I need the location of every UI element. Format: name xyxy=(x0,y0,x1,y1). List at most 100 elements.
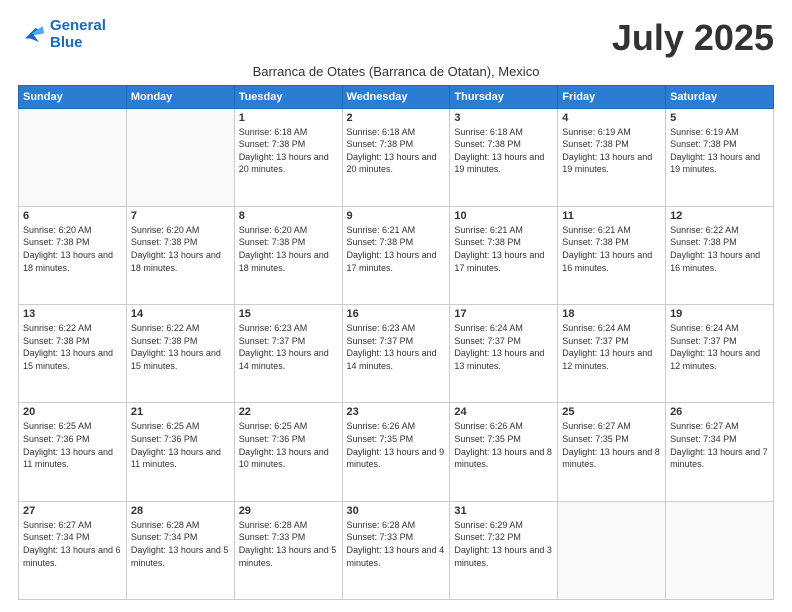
day-number: 14 xyxy=(131,308,230,320)
calendar-cell: 25 Sunrise: 6:27 AM Sunset: 7:35 PM Dayli… xyxy=(558,403,666,501)
day-info: Sunrise: 6:24 AM Sunset: 7:37 PM Dayligh… xyxy=(562,322,661,372)
day-number: 13 xyxy=(23,308,122,320)
logo: General Blue xyxy=(18,18,106,51)
calendar-cell: 1 Sunrise: 6:18 AM Sunset: 7:38 PM Daylig… xyxy=(234,108,342,206)
day-info: Sunrise: 6:27 AM Sunset: 7:35 PM Dayligh… xyxy=(562,420,661,470)
day-info: Sunrise: 6:23 AM Sunset: 7:37 PM Dayligh… xyxy=(239,322,338,372)
day-info: Sunrise: 6:18 AM Sunset: 7:38 PM Dayligh… xyxy=(239,126,338,176)
calendar-week-2: 6 Sunrise: 6:20 AM Sunset: 7:38 PM Daylig… xyxy=(19,206,774,304)
calendar-cell: 31 Sunrise: 6:29 AM Sunset: 7:32 PM Dayli… xyxy=(450,501,558,599)
day-info: Sunrise: 6:19 AM Sunset: 7:38 PM Dayligh… xyxy=(562,126,661,176)
calendar-cell: 6 Sunrise: 6:20 AM Sunset: 7:38 PM Daylig… xyxy=(19,206,127,304)
day-number: 7 xyxy=(131,210,230,222)
calendar-cell: 15Sunrise: 6:23 AM Sunset: 7:37 PM Dayli… xyxy=(234,305,342,403)
calendar-cell: 11 Sunrise: 6:21 AM Sunset: 7:38 PM Dayli… xyxy=(558,206,666,304)
col-tuesday: Tuesday xyxy=(234,85,342,108)
day-number: 28 xyxy=(131,505,230,517)
calendar-cell: 18 Sunrise: 6:24 AM Sunset: 7:37 PM Dayli… xyxy=(558,305,666,403)
day-info: Sunrise: 6:26 AM Sunset: 7:35 PM Dayligh… xyxy=(454,420,553,470)
day-info: Sunrise: 6:24 AM Sunset: 7:37 PM Dayligh… xyxy=(670,322,769,372)
day-info: Sunrise: 6:18 AM Sunset: 7:38 PM Dayligh… xyxy=(347,126,446,176)
day-info: Sunrise: 6:20 AM Sunset: 7:38 PM Dayligh… xyxy=(23,224,122,274)
day-number: 23 xyxy=(347,406,446,418)
day-number: 26 xyxy=(670,406,769,418)
day-number: 27 xyxy=(23,505,122,517)
day-info: Sunrise: 6:23 AM Sunset: 7:37 PM Dayligh… xyxy=(347,322,446,372)
day-info: Sunrise: 6:25 AM Sunset: 7:36 PM Dayligh… xyxy=(131,420,230,470)
calendar-cell: 29 Sunrise: 6:28 AM Sunset: 7:33 PM Dayli… xyxy=(234,501,342,599)
calendar-cell: 21 Sunrise: 6:25 AM Sunset: 7:36 PM Dayli… xyxy=(126,403,234,501)
day-number: 30 xyxy=(347,505,446,517)
day-info: Sunrise: 6:24 AM Sunset: 7:37 PM Dayligh… xyxy=(454,322,553,372)
calendar-cell: 20Sunrise: 6:25 AM Sunset: 7:36 PM Dayli… xyxy=(19,403,127,501)
day-info: Sunrise: 6:21 AM Sunset: 7:38 PM Dayligh… xyxy=(347,224,446,274)
day-info: Sunrise: 6:21 AM Sunset: 7:38 PM Dayligh… xyxy=(562,224,661,274)
title-block: July 2025 xyxy=(612,18,774,58)
calendar-week-5: 27 Sunrise: 6:27 AM Sunset: 7:34 PM Dayli… xyxy=(19,501,774,599)
col-friday: Friday xyxy=(558,85,666,108)
calendar-cell: 10Sunrise: 6:21 AM Sunset: 7:38 PM Dayli… xyxy=(450,206,558,304)
day-info: Sunrise: 6:27 AM Sunset: 7:34 PM Dayligh… xyxy=(23,519,122,569)
day-number: 5 xyxy=(670,112,769,124)
calendar-cell: 13Sunrise: 6:22 AM Sunset: 7:38 PM Dayli… xyxy=(19,305,127,403)
day-info: Sunrise: 6:28 AM Sunset: 7:33 PM Dayligh… xyxy=(239,519,338,569)
logo-text: General Blue xyxy=(50,18,106,51)
calendar-cell xyxy=(19,108,127,206)
calendar: Sunday Monday Tuesday Wednesday Thursday… xyxy=(18,85,774,600)
day-info: Sunrise: 6:27 AM Sunset: 7:34 PM Dayligh… xyxy=(670,420,769,470)
day-number: 2 xyxy=(347,112,446,124)
day-number: 16 xyxy=(347,308,446,320)
subtitle: Barranca de Otates (Barranca de Otatan),… xyxy=(18,64,774,79)
calendar-cell: 5Sunrise: 6:19 AM Sunset: 7:38 PM Daylig… xyxy=(666,108,774,206)
calendar-cell: 22 Sunrise: 6:25 AM Sunset: 7:36 PM Dayli… xyxy=(234,403,342,501)
calendar-cell: 24 Sunrise: 6:26 AM Sunset: 7:35 PM Dayli… xyxy=(450,403,558,501)
col-thursday: Thursday xyxy=(450,85,558,108)
col-monday: Monday xyxy=(126,85,234,108)
calendar-cell: 14 Sunrise: 6:22 AM Sunset: 7:38 PM Dayli… xyxy=(126,305,234,403)
header: General Blue July 2025 xyxy=(18,18,774,58)
calendar-cell: 3 Sunrise: 6:18 AM Sunset: 7:38 PM Daylig… xyxy=(450,108,558,206)
day-number: 8 xyxy=(239,210,338,222)
month-title: July 2025 xyxy=(612,18,774,58)
calendar-cell: 27 Sunrise: 6:27 AM Sunset: 7:34 PM Dayli… xyxy=(19,501,127,599)
calendar-week-3: 13 Sunrise: 6:22 AM Sunset: 7:38 PM Dayli… xyxy=(19,305,774,403)
calendar-cell: 12Sunrise: 6:22 AM Sunset: 7:38 PM Dayli… xyxy=(666,206,774,304)
calendar-cell xyxy=(558,501,666,599)
day-number: 22 xyxy=(239,406,338,418)
day-number: 9 xyxy=(347,210,446,222)
calendar-cell: 17 Sunrise: 6:24 AM Sunset: 7:37 PM Dayli… xyxy=(450,305,558,403)
day-info: Sunrise: 6:18 AM Sunset: 7:38 PM Dayligh… xyxy=(454,126,553,176)
calendar-cell: 9 Sunrise: 6:21 AM Sunset: 7:38 PM Daylig… xyxy=(342,206,450,304)
day-number: 19 xyxy=(670,308,769,320)
day-number: 11 xyxy=(562,210,661,222)
day-info: Sunrise: 6:25 AM Sunset: 7:36 PM Dayligh… xyxy=(23,420,122,470)
calendar-cell: 16 Sunrise: 6:23 AM Sunset: 7:37 PM Dayli… xyxy=(342,305,450,403)
calendar-cell xyxy=(666,501,774,599)
day-number: 1 xyxy=(239,112,338,124)
day-number: 18 xyxy=(562,308,661,320)
day-info: Sunrise: 6:26 AM Sunset: 7:35 PM Dayligh… xyxy=(347,420,446,470)
day-number: 25 xyxy=(562,406,661,418)
day-info: Sunrise: 6:25 AM Sunset: 7:36 PM Dayligh… xyxy=(239,420,338,470)
day-number: 6 xyxy=(23,210,122,222)
day-number: 24 xyxy=(454,406,553,418)
calendar-cell: 8 Sunrise: 6:20 AM Sunset: 7:38 PM Daylig… xyxy=(234,206,342,304)
day-number: 17 xyxy=(454,308,553,320)
day-info: Sunrise: 6:29 AM Sunset: 7:32 PM Dayligh… xyxy=(454,519,553,569)
day-number: 31 xyxy=(454,505,553,517)
calendar-cell: 2 Sunrise: 6:18 AM Sunset: 7:38 PM Daylig… xyxy=(342,108,450,206)
day-info: Sunrise: 6:20 AM Sunset: 7:38 PM Dayligh… xyxy=(131,224,230,274)
calendar-cell xyxy=(126,108,234,206)
calendar-week-1: 1 Sunrise: 6:18 AM Sunset: 7:38 PM Daylig… xyxy=(19,108,774,206)
col-saturday: Saturday xyxy=(666,85,774,108)
day-info: Sunrise: 6:20 AM Sunset: 7:38 PM Dayligh… xyxy=(239,224,338,274)
calendar-cell: 4Sunrise: 6:19 AM Sunset: 7:38 PM Daylig… xyxy=(558,108,666,206)
day-number: 29 xyxy=(239,505,338,517)
calendar-header-row: Sunday Monday Tuesday Wednesday Thursday… xyxy=(19,85,774,108)
day-info: Sunrise: 6:22 AM Sunset: 7:38 PM Dayligh… xyxy=(131,322,230,372)
day-number: 10 xyxy=(454,210,553,222)
calendar-week-4: 20Sunrise: 6:25 AM Sunset: 7:36 PM Dayli… xyxy=(19,403,774,501)
calendar-cell: 30Sunrise: 6:28 AM Sunset: 7:33 PM Dayli… xyxy=(342,501,450,599)
day-number: 21 xyxy=(131,406,230,418)
day-number: 3 xyxy=(454,112,553,124)
